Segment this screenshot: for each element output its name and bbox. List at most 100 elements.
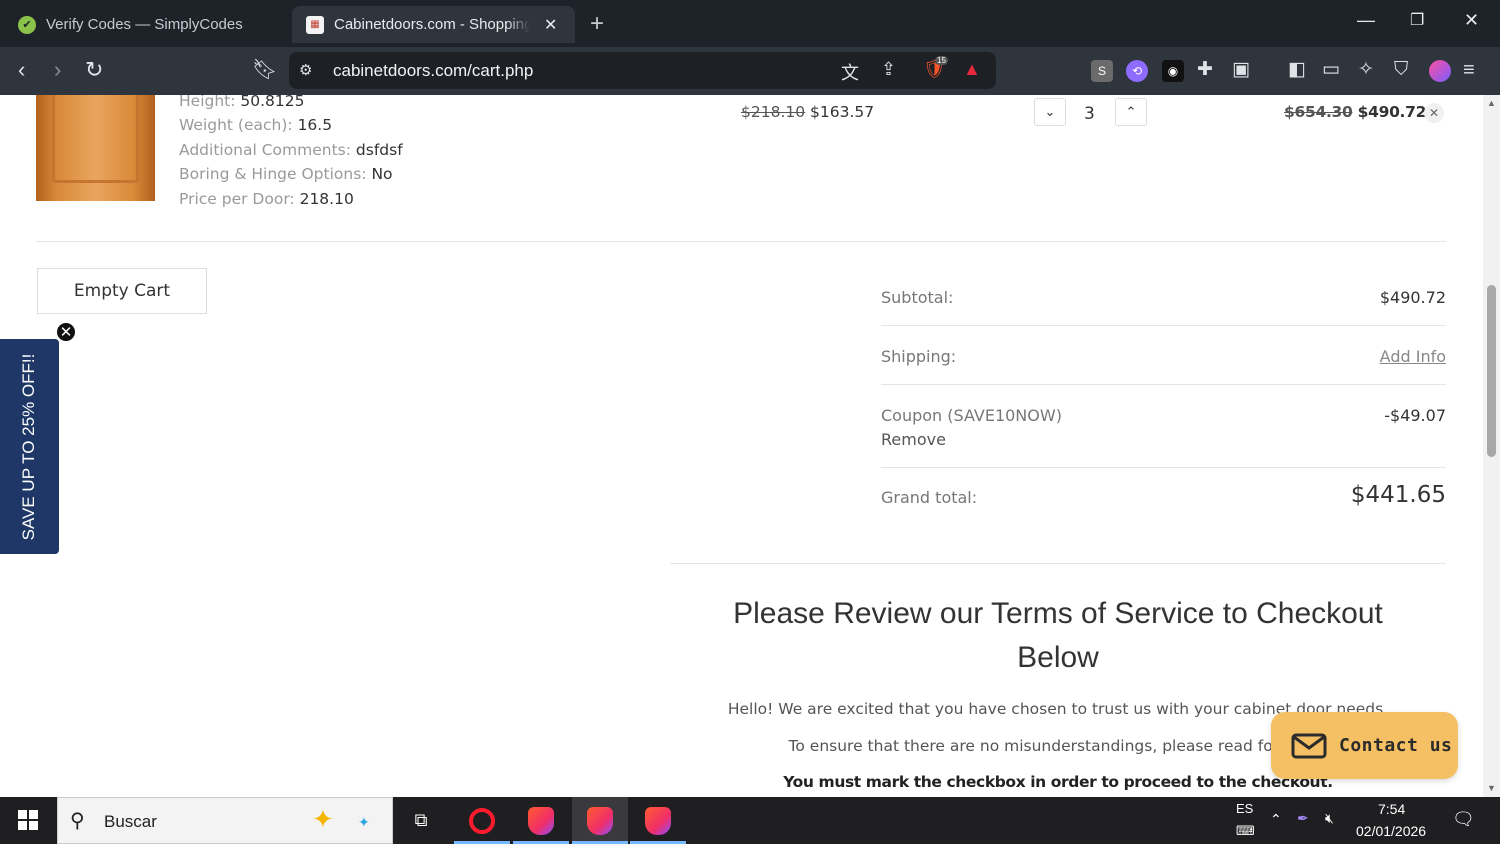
volume-muted-icon[interactable]: 🔇︎ <box>1325 810 1334 827</box>
browser-toolbar: ‹ › ↻ 🔖︎ ⚙ cabinetdoors.com/cart.php 文 ⇪… <box>0 47 1500 95</box>
spec-price-per-door: Price per Door: 218.10 <box>179 190 354 208</box>
back-icon[interactable]: ‹ <box>18 57 25 83</box>
site-settings-icon[interactable]: ⚙ <box>299 61 312 79</box>
notifications-icon[interactable]: 🗨︎ <box>1452 809 1475 830</box>
promo-close-icon[interactable]: ✕ <box>55 321 77 343</box>
opera-taskbar-icon[interactable] <box>454 797 510 844</box>
brave-rewards-icon[interactable]: ▲ <box>963 59 981 80</box>
unit-price-new: $163.57 <box>810 103 875 121</box>
reload-icon[interactable]: ↻ <box>85 57 103 83</box>
shields-count-badge: 15 <box>935 56 948 65</box>
vpn-icon[interactable]: ⛉ <box>1394 57 1408 83</box>
search-placeholder: Buscar <box>104 812 157 831</box>
brave-taskbar-icon-2[interactable] <box>572 797 628 844</box>
tray-chevron-icon[interactable]: ⌃ <box>1270 811 1282 828</box>
subtotal-label: Subtotal: <box>881 288 954 307</box>
spec-boring-hinge: Boring & Hinge Options: No <box>179 165 393 183</box>
brave-taskbar-icon-1[interactable] <box>513 797 569 844</box>
profile-avatar-icon[interactable] <box>1429 60 1451 82</box>
grand-total-value: $441.65 <box>1350 482 1446 508</box>
close-window-icon[interactable]: ✕ <box>1464 10 1479 31</box>
taskbar-search-box[interactable]: ⚲ Buscar ✦ ✦ <box>57 797 393 844</box>
tab-simplycodes[interactable]: ✔ Verify Codes — SimplyCodes <box>6 6 286 43</box>
tab-title: Cabinetdoors.com - Shopping Cart <box>334 16 530 33</box>
spec-comments: Additional Comments: dsfdsf <box>179 141 403 159</box>
spec-weight: Weight (each): 16.5 <box>179 116 333 134</box>
coupon-value: -$49.07 <box>1384 406 1446 425</box>
language-indicator[interactable]: ES <box>1236 801 1253 816</box>
envelope-icon <box>1291 733 1327 758</box>
terms-heading: Please Review our Terms of Service to Ch… <box>733 597 1383 674</box>
scroll-thumb[interactable] <box>1487 285 1496 457</box>
share-icon[interactable]: ⇪ <box>881 59 896 80</box>
grand-total-row: Grand total: $441.65 <box>881 468 1446 534</box>
task-view-icon[interactable]: ⧉ <box>393 797 449 844</box>
forward-icon[interactable]: › <box>54 57 61 83</box>
clock-time[interactable]: 7:54 <box>1378 801 1405 817</box>
simplycodes-favicon-icon: ✔ <box>18 15 36 34</box>
sparkle-small-icon: ✦ <box>358 814 370 830</box>
quantity-increase-button[interactable]: ⌃ <box>1115 98 1147 126</box>
leo-ai-icon[interactable]: ✧ <box>1358 57 1374 83</box>
sidebar-icon[interactable]: ◧ <box>1288 57 1306 83</box>
search-icon: ⚲ <box>70 810 85 832</box>
tab-title: Verify Codes — SimplyCodes <box>46 16 243 33</box>
address-bar[interactable]: ⚙ cabinetdoors.com/cart.php 文 ⇪ 🛡︎ 15 ▲ <box>289 52 996 89</box>
quantity-decrease-button[interactable]: ⌄ <box>1034 98 1066 126</box>
divider <box>36 241 1446 242</box>
cabinetdoors-favicon-icon: ▦ <box>306 15 324 34</box>
remove-coupon-link[interactable]: Remove <box>881 430 946 449</box>
translate-icon[interactable]: 文 <box>841 59 859 85</box>
minimize-icon[interactable]: — <box>1357 10 1375 31</box>
restore-icon[interactable]: ❐ <box>1410 10 1424 30</box>
unit-price: $218.10 $163.57 <box>741 103 874 121</box>
url-text[interactable]: cabinetdoors.com/cart.php <box>333 61 533 81</box>
divider <box>670 563 1446 564</box>
brave-taskbar-icon-3[interactable] <box>630 797 686 844</box>
windows-start-icon[interactable] <box>18 810 38 830</box>
shipping-row: Shipping: Add Info <box>881 326 1446 385</box>
extension-purple-icon[interactable]: ⟲ <box>1126 60 1148 82</box>
line-total-new: $490.72 <box>1357 103 1427 121</box>
add-shipping-info-link[interactable]: Add Info <box>1380 347 1446 366</box>
wallet-icon[interactable]: ▭ <box>1322 57 1340 83</box>
unit-price-old: $218.10 <box>741 103 806 121</box>
keyboard-icon[interactable]: ⌨ <box>1236 823 1255 839</box>
empty-cart-button[interactable]: Empty Cart <box>37 268 207 314</box>
browser-tab-bar: ✔ Verify Codes — SimplyCodes ▦ Cabinetdo… <box>0 0 1500 47</box>
contact-us-label: Contact us <box>1339 735 1453 756</box>
remove-item-icon[interactable]: ✕ <box>1424 103 1444 123</box>
coupon-row: Coupon (SAVE10NOW) -$49.07 Remove <box>881 385 1446 468</box>
contact-us-button[interactable]: Contact us <box>1271 712 1458 779</box>
copilot-sparkle-icon: ✦ <box>312 804 334 834</box>
scroll-up-icon[interactable]: ▲ <box>1487 98 1496 108</box>
extension-s-icon[interactable]: S <box>1091 60 1113 82</box>
new-tab-button[interactable]: + <box>590 10 604 38</box>
windows-taskbar: ⚲ Buscar ✦ ✦ ⧉ ES ⌨ ⌃ ✒ 🔇︎ 7:54 02/01/20… <box>0 797 1500 844</box>
page-scrollbar[interactable]: ▲ ▼ <box>1483 95 1500 797</box>
cabinet-door-thumbnail[interactable] <box>36 95 155 201</box>
shipping-label: Shipping: <box>881 347 957 366</box>
clock-date[interactable]: 02/01/2026 <box>1356 823 1426 839</box>
cart-totals: Subtotal: $490.72 Shipping: Add Info Cou… <box>881 268 1446 534</box>
spec-height: Height: 50.8125 <box>179 95 305 110</box>
quantity-value[interactable]: 3 <box>1084 104 1095 124</box>
close-tab-icon[interactable]: ✕ <box>544 15 557 35</box>
subtotal-row: Subtotal: $490.72 <box>881 268 1446 326</box>
cart-page: Height: 50.8125 Weight (each): 16.5 Addi… <box>0 95 1483 797</box>
bookmark-icon[interactable]: 🔖︎ <box>252 57 277 83</box>
coupon-label: Coupon (SAVE10NOW) <box>881 406 1062 425</box>
grand-total-label: Grand total: <box>881 488 978 507</box>
tray-app-icon[interactable]: ✒ <box>1297 810 1309 827</box>
tab-cabinetdoors[interactable]: ▦ Cabinetdoors.com - Shopping Cart ✕ <box>292 6 575 43</box>
extensions-puzzle-icon[interactable]: ✚ <box>1197 57 1213 83</box>
menu-icon[interactable]: ≡ <box>1463 57 1475 83</box>
scroll-down-icon[interactable]: ▼ <box>1487 783 1496 793</box>
line-total: $654.30 $490.72 <box>1284 103 1426 121</box>
promo-side-tab[interactable]: SAVE UP TO 25% OFF!! <box>0 339 59 554</box>
subtotal-value: $490.72 <box>1379 288 1446 307</box>
line-total-old: $654.30 <box>1284 103 1353 121</box>
reader-icon[interactable]: ▣ <box>1232 57 1250 83</box>
promo-text: SAVE UP TO 25% OFF!! <box>19 353 38 541</box>
extension-avatar-icon[interactable]: ◉ <box>1162 60 1184 82</box>
